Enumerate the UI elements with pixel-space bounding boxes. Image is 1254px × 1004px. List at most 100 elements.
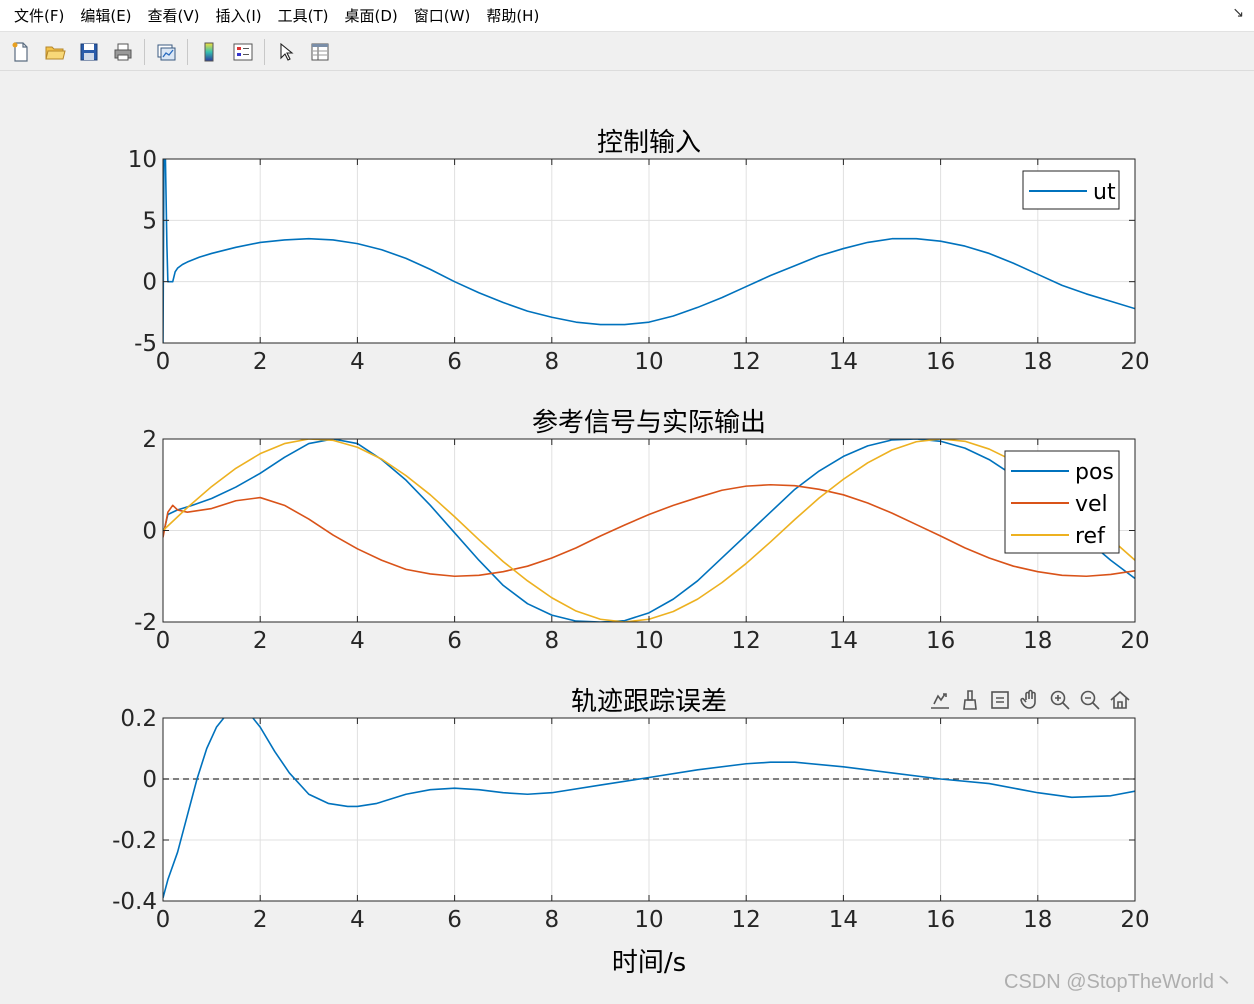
- pan-icon[interactable]: [1020, 689, 1036, 709]
- toolbar-separator: [144, 38, 145, 65]
- y-tick-label: 0: [142, 519, 157, 545]
- legend-icon[interactable]: [228, 37, 258, 67]
- legend: ut: [1022, 170, 1120, 210]
- home-icon[interactable]: [1110, 690, 1130, 709]
- x-tick-label: 16: [926, 907, 955, 933]
- menu-insert[interactable]: 插入(I): [208, 0, 270, 32]
- x-tick-label: 14: [829, 349, 858, 375]
- y-tick-label: 0.2: [120, 706, 157, 732]
- axes-toolbar: [931, 689, 1130, 710]
- brush-icon-shape: [963, 699, 977, 710]
- data-tips-icon-shape: [991, 691, 1009, 709]
- open-folder-icon[interactable]: [40, 37, 70, 67]
- x-axis-label: 时间/s: [612, 948, 686, 978]
- y-tick-label: -0.4: [112, 889, 157, 915]
- x-tick-label: 16: [926, 628, 955, 654]
- axes-1: 0 2 4 6 8 10 12 14 16 18 20-50510控制输入ut: [128, 128, 1150, 375]
- x-tick-label: 4: [350, 349, 365, 375]
- property-inspector-icon[interactable]: [305, 37, 335, 67]
- figure-canvas: 0 2 4 6 8 10 12 14 16 18 20-50510控制输入ut0 2 4 6 8 10 12 14…: [112, 128, 1150, 978]
- zoom-in-icon-shape: [1055, 695, 1070, 710]
- toolbar-separator: [187, 38, 188, 65]
- legend-label-ref: ref: [1075, 524, 1106, 549]
- menu-items: 文件(F) 编辑(E) 查看(V) 插入(I) 工具(T) 桌面(D) 窗口(W…: [0, 0, 547, 32]
- y-tick-label: 0: [142, 270, 157, 296]
- legend: pos vel ref: [1004, 450, 1120, 554]
- menu-help[interactable]: 帮助(H): [478, 0, 547, 32]
- y-tick-label: -5: [134, 331, 157, 357]
- zoom-in-icon[interactable]: [1050, 690, 1070, 710]
- colorbar-icon[interactable]: [194, 37, 224, 67]
- x-tick-label: 14: [829, 628, 858, 654]
- pointer-icon[interactable]: [271, 37, 301, 67]
- menu-tools[interactable]: 工具(T): [270, 0, 337, 32]
- figure-toolbar: [0, 33, 1254, 71]
- x-tick-label: 0: [156, 907, 171, 933]
- x-tick-label: 6: [447, 907, 462, 933]
- legend-label-pos: pos: [1075, 460, 1114, 485]
- x-tick-label: 0: [156, 349, 171, 375]
- y-tick-label: -2: [134, 610, 157, 636]
- x-tick-label: 2: [253, 628, 268, 654]
- x-tick-label: 14: [829, 907, 858, 933]
- menu-view[interactable]: 查看(V): [140, 0, 208, 32]
- x-tick-label: 6: [447, 349, 462, 375]
- y-tick-label: 10: [128, 147, 157, 173]
- axes-3: 0 2 4 6 8 10 12 14 16 18 20 -0.4 -0.2 0 0.2 轨迹跟踪误差时间/s: [112, 687, 1150, 978]
- x-tick-label: 20: [1120, 907, 1149, 933]
- brush-icon[interactable]: [963, 690, 977, 710]
- axes-2: 0 2 4 6 8 10 12 14 16 18 20-202参考信号与实际输出posvelref: [134, 408, 1150, 654]
- menu-desktop[interactable]: 桌面(D): [337, 0, 406, 32]
- data-tips-icon[interactable]: [991, 691, 1009, 709]
- legend-label-vel: vel: [1075, 492, 1108, 517]
- menu-window[interactable]: 窗口(W): [406, 0, 479, 32]
- x-tick-label: 10: [634, 349, 663, 375]
- brush-icon-shape: [967, 690, 973, 701]
- x-tick-label: 6: [447, 628, 462, 654]
- toolbar-separator: [264, 38, 265, 65]
- x-tick-label: 0: [156, 628, 171, 654]
- y-tick-label: 5: [142, 208, 157, 234]
- y-tick-label: -0.2: [112, 828, 157, 854]
- data-tips-icon-shape: [996, 697, 1004, 703]
- x-tick-label: 12: [732, 628, 761, 654]
- export-icon[interactable]: [931, 693, 949, 709]
- x-tick-label: 4: [350, 907, 365, 933]
- dock-arrow-icon[interactable]: ↘: [1232, 5, 1244, 21]
- x-tick-label: 18: [1023, 349, 1052, 375]
- x-tick-label: 12: [732, 349, 761, 375]
- x-tick-label: 16: [926, 349, 955, 375]
- x-tick-label: 20: [1120, 628, 1149, 654]
- watermark: CSDN @StopTheWorld丶: [1004, 971, 1234, 993]
- x-tick-label: 8: [544, 907, 559, 933]
- menu-file[interactable]: 文件(F): [6, 0, 72, 32]
- x-tick-label: 18: [1023, 907, 1052, 933]
- zoom-out-icon[interactable]: [1080, 690, 1100, 710]
- x-tick-label: 4: [350, 628, 365, 654]
- x-tick-label: 10: [634, 907, 663, 933]
- x-tick-label: 20: [1120, 349, 1149, 375]
- menu-edit[interactable]: 编辑(E): [72, 0, 139, 32]
- new-file-icon[interactable]: [6, 37, 36, 67]
- print-icon[interactable]: [108, 37, 138, 67]
- link-plot-icon[interactable]: [151, 37, 181, 67]
- menu-bar: 文件(F) 编辑(E) 查看(V) 插入(I) 工具(T) 桌面(D) 窗口(W…: [0, 0, 1254, 32]
- x-tick-label: 8: [544, 349, 559, 375]
- y-tick-label: 0: [142, 767, 157, 793]
- home-icon-shape: [1110, 690, 1130, 709]
- home-icon-shape: [1117, 701, 1123, 708]
- y-tick-label: 2: [142, 427, 157, 453]
- x-tick-label: 10: [634, 628, 663, 654]
- x-tick-label: 12: [732, 907, 761, 933]
- save-icon[interactable]: [74, 37, 104, 67]
- x-tick-label: 2: [253, 349, 268, 375]
- axes-title: 轨迹跟踪误差: [571, 687, 727, 717]
- x-tick-label: 8: [544, 628, 559, 654]
- x-tick-label: 2: [253, 907, 268, 933]
- axes-title: 参考信号与实际输出: [532, 408, 766, 438]
- axes-title: 控制输入: [597, 128, 701, 158]
- legend-label-ut: ut: [1093, 180, 1116, 205]
- axes-container: 0 2 4 6 8 10 12 14 16 18 20-50510控制输入ut0 2 4 6 8 10 12 14…: [112, 128, 1150, 978]
- pan-icon-shape: [1020, 689, 1036, 709]
- x-tick-label: 18: [1023, 628, 1052, 654]
